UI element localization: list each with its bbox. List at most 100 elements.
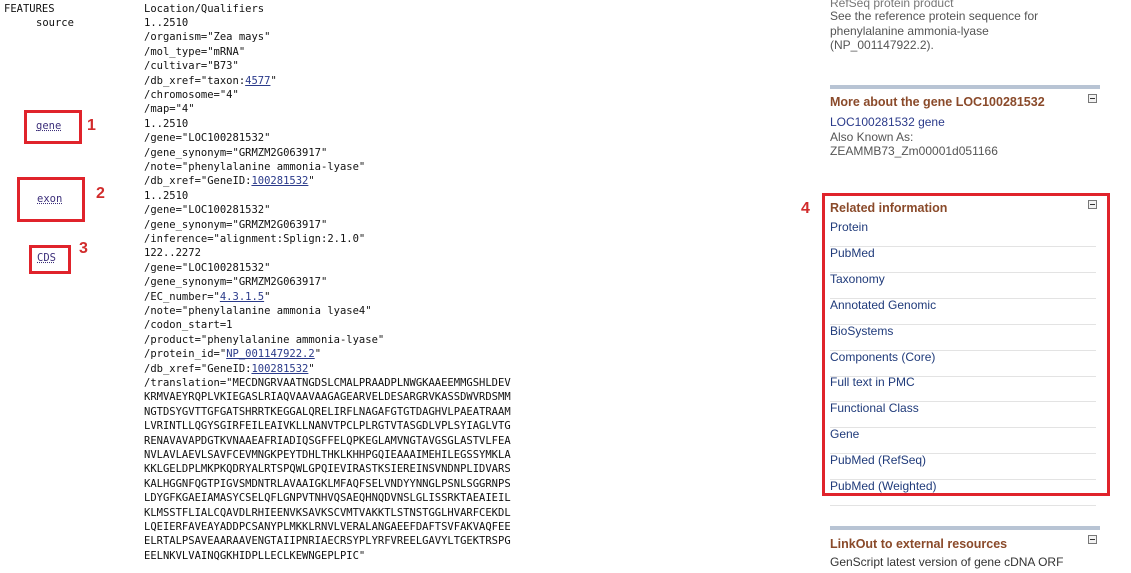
qualifier-text: NGTDSYGVTTGFGATSHRRTKEGGALQRELIRFLNAGAFG… [144, 405, 511, 418]
qualifier-text: /gene_synonym="GRMZM2G063917" [144, 146, 328, 159]
also-known-as-value: ZEAMMB73_Zm00001d051166 [830, 144, 998, 158]
qualifier-xref-link[interactable]: NP_001147922.2 [226, 348, 315, 360]
annotation-box-4 [822, 193, 1110, 496]
qualifier-line: /cultivar="B73" [144, 60, 239, 72]
qualifier-line: KRMVAEYRQPLVKIEGASLRIAQVAAVAAGAGEARVELDE… [144, 391, 511, 403]
qualifier-line: /EC_number="4.3.1.5" [144, 291, 270, 303]
qualifier-line: /translation="MECDNGRVAATNGDSLCMALPRAADP… [144, 377, 511, 389]
qualifier-line: /protein_id="NP_001147922.2" [144, 348, 321, 360]
qualifier-text: /note="phenylalanine ammonia lyase4" [144, 305, 372, 317]
qualifier-text: LDYGFKGAEIAMASYCSELQFLGNPVTNHVQSAEQHNQDV… [144, 492, 511, 505]
qualifier-text: KRMVAEYRQPLVKIEGASLRIAQVAAVAAGAGEARVELDE… [144, 391, 511, 404]
qualifier-text: LVRINTLLQGYSGIRFEILEAIVKLLNANVTPCLPLRGTV… [144, 420, 511, 433]
qualifier-text: LQEIERFAVEAYADDPCSANYPLMKKLRNVLVERALANGA… [144, 521, 511, 533]
qualifier-line: LQEIERFAVEAYADDPCSANYPLMKKLRNVLVERALANGA… [144, 521, 511, 533]
gene-page-link[interactable]: LOC100281532 gene [830, 115, 945, 129]
qualifier-text: /map="4" [144, 103, 195, 116]
qualifier-xref-link[interactable]: 4577 [245, 75, 270, 87]
qualifier-text: RENAVAVAPDGTKVNAAEAFRIADIQSGFFELQPKEGLAM… [144, 434, 511, 447]
qualifier-text: /mol_type="mRNA" [144, 45, 246, 58]
collapse-linkout-icon[interactable] [1088, 535, 1097, 544]
qualifier-line: NVLAVLAEVLSAVFCEVMNGKPEYTDHLTHKLKHHPGQIE… [144, 449, 511, 461]
qualifier-text-end: " [314, 348, 322, 361]
annotation-box-2 [17, 177, 85, 222]
qualifier-text: /note="phenylalanine ammonia-lyase" [144, 161, 366, 173]
qualifier-line: 1..2510 [144, 118, 188, 130]
qualifier-line: KLMSSTFLIALCQAVDLRHIEENVKSAVKSCVMTVAKKTL… [144, 507, 511, 519]
qualifier-text: /db_xref="GeneID: [144, 362, 252, 375]
linkout-divider [830, 526, 1100, 530]
qualifier-text: 1..2510 [144, 17, 189, 29]
annotation-number-2: 2 [96, 185, 105, 202]
qualifier-line: /organism="Zea mays" [144, 31, 270, 43]
qualifier-text: /gene="LOC100281532" [144, 132, 271, 145]
qualifier-text: /db_xref="taxon: [144, 74, 246, 87]
qualifier-line: /product="phenylalanine ammonia-lyase" [144, 334, 384, 346]
qualifier-text: /product="phenylalanine ammonia-lyase" [144, 333, 385, 346]
qualifier-line: /map="4" [144, 103, 195, 115]
qualifier-text: ELRTALPSAVEAARAAVENGTAIIPNRIAECRSYPLYRFV… [144, 535, 511, 548]
features-header: FEATURES [4, 3, 55, 15]
annotation-box-1 [24, 110, 82, 144]
more-about-divider [830, 85, 1100, 89]
collapse-more-about-icon[interactable] [1088, 94, 1097, 103]
qualifier-line: /codon_start=1 [144, 319, 233, 331]
qualifier-line: /gene_synonym="GRMZM2G063917" [144, 276, 327, 288]
qualifier-line: /gene="LOC100281532" [144, 262, 270, 274]
qualifier-xref-link[interactable]: 4.3.1.5 [220, 291, 264, 303]
qualifier-line: /gene_synonym="GRMZM2G063917" [144, 147, 327, 159]
qualifier-xref-link[interactable]: 100281532 [251, 363, 308, 375]
qualifier-line: 122..2272 [144, 247, 201, 259]
qualifier-line: 1..2510 [144, 190, 188, 202]
refseq-desc-line2: phenylalanine ammonia-lyase [830, 24, 989, 38]
qualifier-line: LDYGFKGAEIAMASYCSELQFLGNPVTNHVQSAEQHNQDV… [144, 492, 511, 504]
qualifier-line: /gene="LOC100281532" [144, 204, 270, 216]
genscript-link[interactable]: GenScript latest version of gene cDNA OR… [830, 555, 1063, 569]
qualifier-line: /mol_type="mRNA" [144, 46, 245, 58]
annotation-number-4: 4 [801, 200, 810, 217]
annotation-number-3: 3 [79, 240, 88, 257]
qualifier-xref-link[interactable]: 100281532 [251, 175, 308, 187]
location-qualifiers-header: Location/Qualifiers [144, 3, 265, 15]
linkout-title: LinkOut to external resources [830, 537, 1008, 551]
qualifier-line: /gene="LOC100281532" [144, 132, 270, 144]
qualifier-text: KLMSSTFLIALCQAVDLRHIEENVKSAVKSCVMTVAKKTL… [144, 506, 511, 519]
refseq-desc-line1: See the reference protein sequence for [830, 9, 1039, 23]
qualifier-text: NVLAVLAEVLSAVFCEVMNGKPEYTDHLTHKLKHHPGQIE… [144, 449, 511, 461]
qualifier-text: 1..2510 [144, 189, 189, 202]
qualifier-text-end: " [308, 362, 315, 375]
qualifier-text: /gene_synonym="GRMZM2G063917" [144, 218, 328, 231]
qualifier-text: /cultivar="B73" [144, 60, 239, 73]
qualifier-line: NGTDSYGVTTGFGATSHRRTKEGGALQRELIRFLNAGAFG… [144, 406, 511, 418]
qualifier-text: /gene="LOC100281532" [144, 204, 271, 217]
qualifier-text: /EC_number=" [144, 290, 220, 303]
qualifier-line: /note="phenylalanine ammonia lyase4" [144, 305, 372, 317]
qualifier-text: /codon_start=1 [144, 319, 233, 332]
qualifier-text: KALHGGNFQGTPIGVSMDNTRLAVAAIGKLMFAQFSELVN… [144, 477, 511, 490]
qualifier-line: /db_xref="taxon:4577" [144, 75, 277, 87]
qualifier-text: 1..2510 [144, 117, 189, 130]
qualifier-text: /db_xref="GeneID: [144, 175, 252, 188]
qualifier-line: LVRINTLLQGYSGIRFEILEAIVKLLNANVTPCLPLRGTV… [144, 420, 511, 432]
qualifier-text: /chromosome="4" [144, 89, 239, 101]
qualifier-text: EELNKVLVAINQGKHIDPLLECLKEWNGEPLPIC" [144, 549, 366, 562]
qualifier-line: /db_xref="GeneID:100281532" [144, 363, 315, 375]
qualifier-line: /inference="alignment:Splign:2.1.0" [144, 233, 365, 245]
qualifier-line: KALHGGNFQGTPIGVSMDNTRLAVAAIGKLMFAQFSELVN… [144, 478, 511, 490]
more-about-title: More about the gene LOC100281532 [830, 95, 1045, 109]
qualifier-text: KKLGELDPLMKPKQDRYALRTSPQWLGPQIEVIRASTKSI… [144, 463, 511, 476]
qualifier-text: /gene_synonym="GRMZM2G063917" [144, 276, 328, 289]
qualifier-line: /note="phenylalanine ammonia-lyase" [144, 161, 365, 173]
qualifier-text-end: " [270, 74, 277, 87]
qualifier-text: /protein_id=" [144, 348, 227, 361]
qualifier-text: /translation="MECDNGRVAATNGDSLCMALPRAADP… [144, 377, 511, 389]
refseq-desc-line3: (NP_001147922.2). [830, 38, 934, 52]
also-known-as-label: Also Known As: [830, 130, 914, 144]
qualifier-line: ELRTALPSAVEAARAAVENGTAIIPNRIAECRSYPLYRFV… [144, 535, 511, 547]
qualifier-line: /gene_synonym="GRMZM2G063917" [144, 219, 327, 231]
qualifier-text: /organism="Zea mays" [144, 31, 271, 44]
source-label: source [36, 17, 74, 29]
qualifier-text-end: " [308, 175, 315, 188]
qualifier-line: EELNKVLVAINQGKHIDPLLECLKEWNGEPLPIC" [144, 550, 365, 562]
qualifier-text: 122..2272 [144, 247, 201, 260]
